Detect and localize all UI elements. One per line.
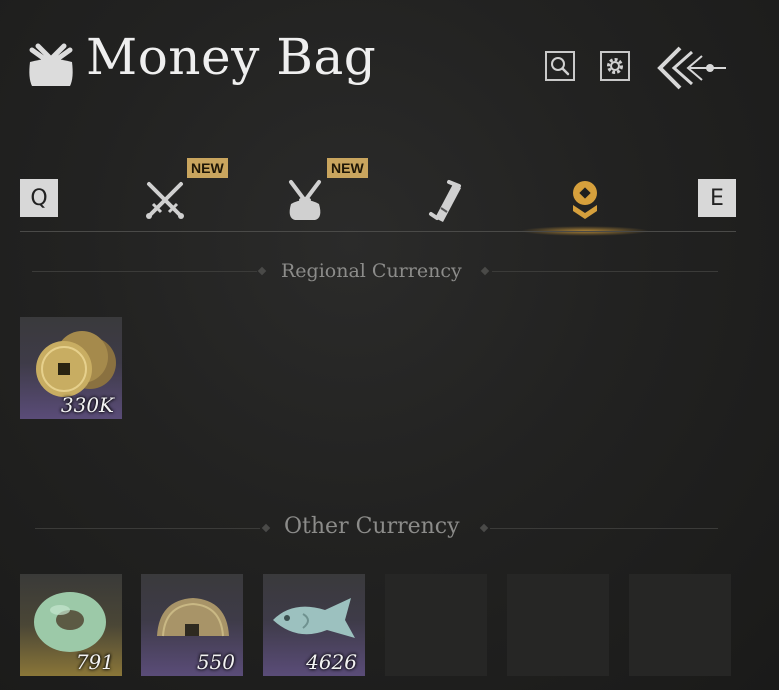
currency-slot-bronze-coin[interactable]: 550: [141, 574, 243, 676]
empty-slot: [629, 574, 731, 676]
section-divider: [32, 271, 257, 272]
tab-divider: [20, 231, 736, 232]
crossed-swords-icon: [146, 182, 184, 219]
settings-button[interactable]: [600, 51, 630, 81]
currency-slot-jade-ring[interactable]: 791: [20, 574, 122, 676]
coin-stack-icon: [573, 181, 597, 219]
bundle-bag-icon: [289, 180, 321, 220]
prev-tab-key[interactable]: Q: [20, 179, 58, 217]
tab-weapons[interactable]: [135, 170, 195, 230]
scroll-icon: [429, 180, 461, 222]
section-divider: [35, 528, 260, 529]
back-button[interactable]: [654, 44, 730, 92]
item-quantity: 791: [75, 650, 114, 674]
new-badge: NEW: [187, 158, 228, 178]
tab-bag[interactable]: [275, 170, 335, 230]
section-title-regional: Regional Currency: [281, 260, 462, 282]
item-quantity: 4626: [306, 650, 357, 674]
divider-ornament: [480, 266, 490, 276]
section-title-other: Other Currency: [284, 514, 460, 539]
tab-scroll[interactable]: [415, 170, 475, 230]
item-quantity: 550: [196, 650, 235, 674]
currency-slot-copper-coins[interactable]: 330K: [20, 317, 122, 419]
search-icon: [551, 57, 570, 76]
next-tab-key[interactable]: E: [698, 179, 736, 217]
empty-slot: [385, 574, 487, 676]
section-divider: [492, 271, 718, 272]
tab-currency[interactable]: [555, 170, 615, 230]
currency-slot-jade-fish[interactable]: 4626: [263, 574, 365, 676]
money-bag-icon: [24, 42, 78, 92]
new-badge: NEW: [327, 158, 368, 178]
empty-slot: [507, 574, 609, 676]
divider-ornament: [261, 523, 271, 533]
divider-ornament: [257, 266, 267, 276]
item-quantity: 330K: [60, 393, 114, 417]
search-button[interactable]: [545, 51, 575, 81]
page-title: Money Bag: [86, 28, 377, 86]
section-divider: [490, 528, 718, 529]
back-arrow-icon: [657, 46, 726, 90]
divider-ornament: [479, 523, 489, 533]
gear-icon: [607, 58, 623, 74]
